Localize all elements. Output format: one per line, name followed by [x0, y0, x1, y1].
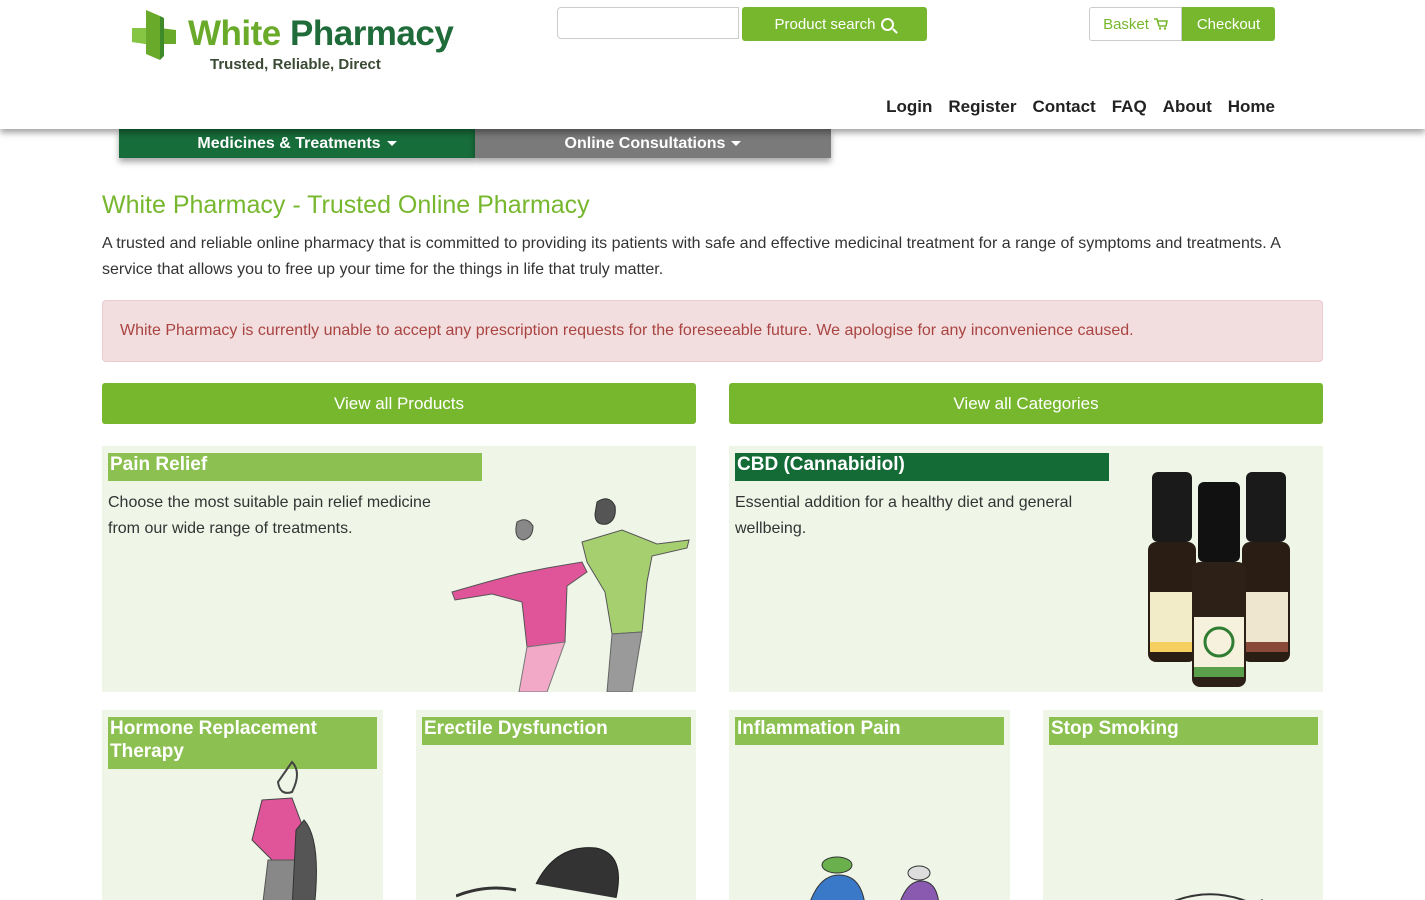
- nav-register[interactable]: Register: [948, 97, 1016, 117]
- basket-label: Basket: [1103, 15, 1149, 33]
- tab-medicines-label: Medicines & Treatments: [197, 134, 381, 152]
- card-description-line: from our wide range of treatments.: [108, 520, 353, 537]
- basket-button[interactable]: Basket: [1089, 7, 1182, 41]
- intro-text: A trusted and reliable online pharmacy t…: [102, 235, 1281, 278]
- card-description-line: Choose the most suitable pain relief med…: [108, 494, 431, 511]
- category-card-stop-smoking[interactable]: Stop Smoking: [1043, 710, 1323, 900]
- prescription-alert: White Pharmacy is currently unable to ac…: [102, 300, 1323, 362]
- caret-down-icon: [731, 141, 742, 146]
- logo-title: White Pharmacy: [188, 14, 454, 53]
- smoking-illustration-image: [1174, 893, 1263, 900]
- nav-contact[interactable]: Contact: [1032, 97, 1095, 117]
- nav-about[interactable]: About: [1163, 97, 1212, 117]
- couple-illustration-image: [451, 498, 690, 692]
- card-title: Inflammation Pain: [735, 717, 1004, 745]
- card-description-line: Essential addition for a healthy diet an…: [735, 494, 1073, 511]
- card-title-line: Hormone Replacement: [110, 718, 317, 739]
- product-search-button[interactable]: Product search: [742, 7, 927, 41]
- checkout-button[interactable]: Checkout: [1182, 7, 1275, 41]
- card-title: Stop Smoking: [1049, 717, 1318, 745]
- category-card-cbd[interactable]: CBD (Cannabidiol) Essential addition for…: [729, 446, 1323, 692]
- search-icon: [881, 17, 895, 31]
- category-card-pain-relief[interactable]: Pain Relief Choose the most suitable pai…: [102, 446, 696, 692]
- cbd-bottles-image: [1148, 472, 1290, 687]
- caret-down-icon: [386, 141, 397, 146]
- card-description: Choose the most suitable pain relief med…: [108, 490, 431, 542]
- tab-medicines-treatments[interactable]: Medicines & Treatments: [119, 129, 475, 158]
- category-navigation: Medicines & Treatments Online Consultati…: [119, 129, 831, 158]
- tab-consultations-label: Online Consultations: [564, 134, 726, 152]
- card-description-line: wellbeing.: [735, 520, 807, 537]
- nav-faq[interactable]: FAQ: [1112, 97, 1147, 117]
- view-all-products-button[interactable]: View all Products: [102, 383, 696, 424]
- category-card-inflammation-pain[interactable]: Inflammation Pain: [729, 710, 1010, 900]
- search-input[interactable]: [557, 7, 739, 39]
- product-search-label: Product search: [774, 15, 876, 33]
- cart-icon: [1153, 18, 1168, 30]
- pharmacy-cross-icon: [132, 10, 176, 60]
- woman-illustration-image: [251, 760, 317, 900]
- category-card-erectile-dysfunction[interactable]: Erectile Dysfunction: [416, 710, 696, 900]
- site-header: White Pharmacy Trusted, Reliable, Direct…: [0, 0, 1425, 129]
- card-title: CBD (Cannabidiol): [735, 453, 1109, 481]
- card-description: Essential addition for a healthy diet an…: [735, 490, 1072, 542]
- category-card-hrt[interactable]: Hormone Replacement Therapy: [102, 710, 383, 900]
- top-navigation: Login Register Contact FAQ About Home: [886, 97, 1275, 117]
- view-all-categories-button[interactable]: View all Categories: [729, 383, 1323, 424]
- tab-online-consultations[interactable]: Online Consultations: [475, 129, 831, 158]
- couple-silhouette-image: [456, 847, 619, 899]
- nav-login[interactable]: Login: [886, 97, 932, 117]
- card-title: Pain Relief: [108, 453, 482, 481]
- site-logo[interactable]: White Pharmacy Trusted, Reliable, Direct: [130, 8, 470, 78]
- nav-home[interactable]: Home: [1228, 97, 1275, 117]
- page-title: White Pharmacy - Trusted Online Pharmacy: [102, 191, 590, 219]
- logo-tagline: Trusted, Reliable, Direct: [210, 56, 381, 73]
- cyclists-illustration-image: [810, 856, 939, 900]
- card-title: Erectile Dysfunction: [422, 717, 691, 745]
